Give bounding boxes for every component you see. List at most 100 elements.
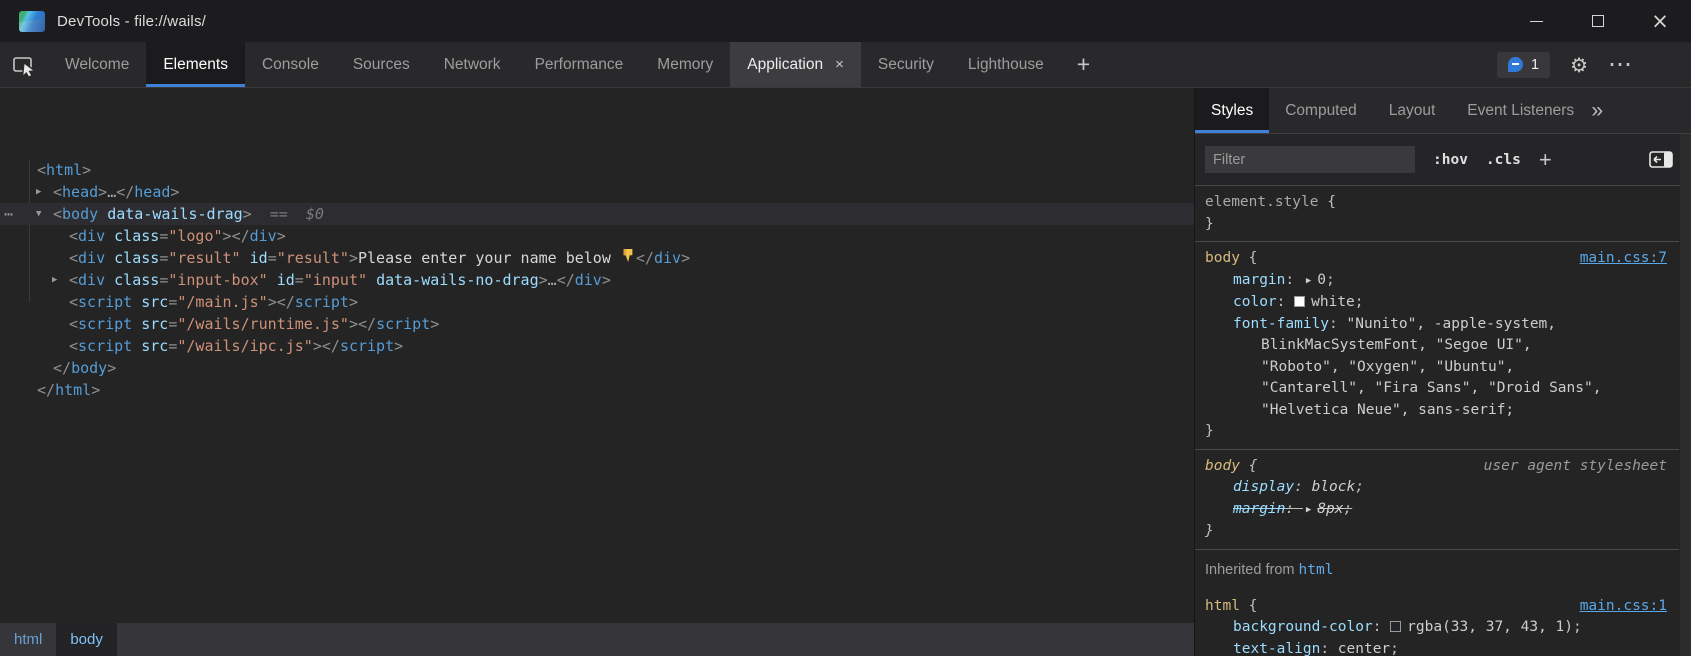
breadcrumb: html body [0, 623, 1194, 656]
tab-sources[interactable]: Sources [336, 42, 427, 87]
dom-tree-row[interactable]: </body> [0, 357, 1194, 379]
close-button[interactable]: × [1629, 0, 1691, 42]
dom-tree-row[interactable]: <div class="result" id="result">Please e… [0, 247, 1194, 269]
body-rule-user-agent: body {user agent stylesheetdisplay: bloc… [1195, 450, 1679, 550]
color-swatch[interactable] [1294, 296, 1305, 307]
breadcrumb-html[interactable]: html [0, 623, 56, 656]
elements-panel: <html>▶<head>…</head>⋯▼<body data-wails-… [0, 88, 1194, 656]
dom-tree-row[interactable]: <div class="logo"></div> [0, 225, 1194, 247]
settings-gear-icon[interactable]: ⚙ [1570, 53, 1588, 77]
stylesheet-origin-label: user agent stylesheet [1484, 456, 1667, 478]
main-split: <html>▶<head>…</head>⋯▼<body data-wails-… [0, 88, 1691, 656]
dom-tree-row[interactable]: <script src="/wails/ipc.js"></script> [0, 335, 1194, 357]
style-line[interactable]: "Helvetica Neue", sans-serif; [1205, 400, 1669, 422]
inspect-cursor-icon [11, 52, 37, 78]
tab-event-listeners[interactable]: Event Listeners [1451, 88, 1590, 133]
tab-security[interactable]: Security [861, 42, 951, 87]
pane-toggle-icon [1649, 151, 1673, 168]
dom-tree-row[interactable]: <script src="/main.js"></script> [0, 291, 1194, 313]
minimize-icon [1530, 21, 1543, 22]
collapse-arrow-icon[interactable]: ▼ [36, 203, 53, 225]
dom-tree-row[interactable]: ▶<head>…</head> [0, 181, 1194, 203]
expand-arrow-icon[interactable]: ▶ [52, 269, 69, 291]
devtools-toolbar: Welcome Elements Console Sources Network… [0, 42, 1691, 88]
issues-counter-button[interactable]: 1 [1497, 52, 1550, 78]
toolbar-right-actions: 1 ⚙ ⋯ [1497, 42, 1691, 87]
dom-tree-row[interactable]: <html> [0, 159, 1194, 181]
tab-layout[interactable]: Layout [1373, 88, 1452, 133]
dom-tree-row[interactable]: <script src="/wails/runtime.js"></script… [0, 313, 1194, 335]
inherited-from-label: Inherited from [1205, 562, 1299, 578]
more-tabs-button[interactable]: + [1061, 42, 1106, 87]
inspect-element-button[interactable] [0, 42, 48, 87]
issues-bubble-icon [1508, 57, 1523, 72]
maximize-button[interactable] [1567, 0, 1629, 42]
styles-sidebar: Styles Computed Layout Event Listeners »… [1194, 88, 1691, 656]
tab-welcome[interactable]: Welcome [48, 42, 146, 87]
tab-application[interactable]: Application × [730, 42, 861, 87]
styles-filter-input[interactable] [1205, 146, 1415, 173]
dom-tree-row[interactable]: </html> [0, 379, 1194, 401]
tab-performance[interactable]: Performance [518, 42, 641, 87]
style-line[interactable]: text-align: center; [1205, 639, 1669, 656]
close-tab-icon[interactable]: × [835, 56, 844, 73]
style-line[interactable]: display: block; [1205, 477, 1669, 499]
new-style-rule-button[interactable]: + [1539, 147, 1552, 173]
node-options-icon[interactable]: ⋯ [4, 203, 13, 225]
plus-icon: + [1077, 51, 1090, 78]
style-line[interactable]: } [1205, 214, 1669, 236]
html-rule-main-css: html {main.css:1background-color: rgba(3… [1195, 590, 1679, 656]
style-line[interactable]: body {main.css:7 [1205, 248, 1669, 270]
style-line[interactable]: } [1205, 521, 1669, 543]
stylesheet-link[interactable]: main.css:1 [1580, 596, 1667, 618]
tab-styles[interactable]: Styles [1195, 88, 1269, 133]
style-line[interactable]: color: white; [1205, 292, 1669, 314]
style-line[interactable]: html {main.css:1 [1205, 596, 1669, 618]
breadcrumb-body[interactable]: body [56, 623, 117, 656]
style-line[interactable]: } [1205, 421, 1669, 443]
expand-arrow-icon[interactable]: ▶ [36, 181, 53, 203]
style-line[interactable]: margin: ▶0; [1205, 270, 1669, 293]
computed-pane-toggle-button[interactable] [1649, 151, 1673, 168]
style-line[interactable]: body {user agent stylesheet [1205, 456, 1669, 478]
tab-lighthouse[interactable]: Lighthouse [951, 42, 1061, 87]
style-line[interactable]: "Roboto", "Oxygen", "Ubuntu", [1205, 357, 1669, 379]
stylesheet-link[interactable]: main.css:7 [1580, 248, 1667, 270]
style-line[interactable]: margin: ▶8px; [1205, 499, 1669, 522]
style-line[interactable]: element.style { [1205, 192, 1669, 214]
devtools-window: DevTools - file://wails/ × Welcome Eleme… [0, 0, 1691, 656]
window-title: DevTools - file://wails/ [57, 13, 206, 30]
toggle-pseudo-state-button[interactable]: :hov [1433, 152, 1468, 168]
issues-count: 1 [1531, 57, 1539, 73]
style-line[interactable]: "Cantarell", "Fira Sans", "Droid Sans", [1205, 378, 1669, 400]
maximize-icon [1592, 15, 1604, 27]
element-style-rule: element.style {} [1195, 186, 1679, 242]
dom-tree-row[interactable]: ▶<div class="input-box" id="input" data-… [0, 269, 1194, 291]
toggle-element-classes-button[interactable]: .cls [1486, 152, 1521, 168]
dom-tree-row[interactable]: ⋯▼<body data-wails-drag> == $0 [0, 203, 1194, 225]
devtools-app-icon [19, 11, 45, 32]
inherited-node-link[interactable]: html [1299, 562, 1334, 578]
more-panels-chevron-icon[interactable]: » [1591, 88, 1603, 133]
tab-memory[interactable]: Memory [640, 42, 730, 87]
style-line[interactable]: BlinkMacSystemFont, "Segoe UI", [1205, 335, 1669, 357]
style-line[interactable]: font-family: "Nunito", -apple-system, [1205, 314, 1669, 336]
styles-toolbar: :hov .cls + [1195, 134, 1691, 186]
minimize-button[interactable] [1505, 0, 1567, 42]
color-swatch[interactable] [1390, 621, 1401, 632]
tab-console[interactable]: Console [245, 42, 336, 87]
tab-network[interactable]: Network [427, 42, 518, 87]
dom-tree: <html>▶<head>…</head>⋯▼<body data-wails-… [0, 88, 1194, 623]
inherited-from: Inherited from html [1195, 550, 1679, 590]
tab-elements[interactable]: Elements [146, 42, 245, 87]
title-bar: DevTools - file://wails/ × [0, 0, 1691, 42]
styles-sections: element.style {}body {main.css:7margin: … [1195, 186, 1691, 656]
close-icon: × [1651, 11, 1669, 32]
styles-scrollbar[interactable] [1680, 134, 1691, 656]
window-controls: × [1505, 0, 1691, 42]
pointing-down-emoji [621, 247, 635, 269]
styles-tab-bar: Styles Computed Layout Event Listeners » [1195, 88, 1691, 134]
tab-computed[interactable]: Computed [1269, 88, 1373, 133]
style-line[interactable]: background-color: rgba(33, 37, 43, 1); [1205, 617, 1669, 639]
body-rule-main-css: body {main.css:7margin: ▶0;color: white;… [1195, 242, 1679, 450]
